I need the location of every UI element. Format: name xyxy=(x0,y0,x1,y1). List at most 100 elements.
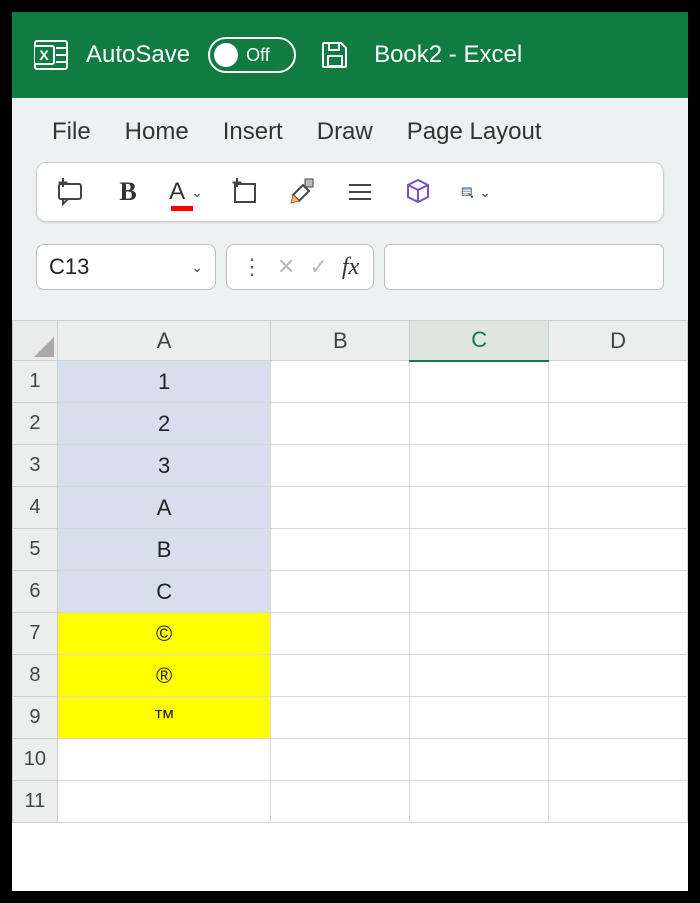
tab-file[interactable]: File xyxy=(52,118,91,146)
excel-window: X AutoSave Off Book2 - Excel File Home I… xyxy=(10,10,690,893)
bold-button[interactable]: B xyxy=(113,177,143,207)
cell-C11[interactable] xyxy=(410,781,549,823)
cell-C6[interactable] xyxy=(410,571,549,613)
cell-C9[interactable] xyxy=(410,697,549,739)
cell-A9[interactable]: ™ xyxy=(57,697,271,739)
font-color-swatch-icon xyxy=(171,206,193,211)
spreadsheet-grid[interactable]: ABCD1122334A5B6C7©8®9™1011 xyxy=(12,320,688,891)
cancel-icon[interactable]: ✕ xyxy=(277,254,295,280)
3d-model-icon[interactable] xyxy=(403,177,433,207)
cell-B7[interactable] xyxy=(271,613,410,655)
row-header-2[interactable]: 2 xyxy=(13,403,58,445)
row-header-5[interactable]: 5 xyxy=(13,529,58,571)
quick-toolbar: B A ⌄ ⌄ xyxy=(36,162,664,222)
row-header-1[interactable]: 1 xyxy=(13,361,58,403)
tab-insert[interactable]: Insert xyxy=(223,118,283,146)
cell-C2[interactable] xyxy=(410,403,549,445)
cell-A5[interactable]: B xyxy=(57,529,271,571)
align-icon[interactable] xyxy=(345,177,375,207)
row-header-4[interactable]: 4 xyxy=(13,487,58,529)
cell-A3[interactable]: 3 xyxy=(57,445,271,487)
cell-B3[interactable] xyxy=(271,445,410,487)
format-painter-icon[interactable] xyxy=(287,177,317,207)
cell-D6[interactable] xyxy=(549,571,688,613)
cell-A10[interactable] xyxy=(57,739,271,781)
column-header-D[interactable]: D xyxy=(549,321,688,361)
cell-C3[interactable] xyxy=(410,445,549,487)
tab-page-layout[interactable]: Page Layout xyxy=(407,118,542,146)
cell-B10[interactable] xyxy=(271,739,410,781)
autosave-state: Off xyxy=(246,45,270,66)
new-comment-icon[interactable] xyxy=(55,177,85,207)
cell-C7[interactable] xyxy=(410,613,549,655)
cell-B8[interactable] xyxy=(271,655,410,697)
new-sheet-icon[interactable] xyxy=(229,177,259,207)
cell-D11[interactable] xyxy=(549,781,688,823)
cell-D1[interactable] xyxy=(549,361,688,403)
row-header-3[interactable]: 3 xyxy=(13,445,58,487)
row-header-6[interactable]: 6 xyxy=(13,571,58,613)
chevron-down-icon[interactable]: ⌄ xyxy=(479,184,491,201)
cell-C4[interactable] xyxy=(410,487,549,529)
cell-D5[interactable] xyxy=(549,529,688,571)
excel-logo-icon: X xyxy=(34,38,68,72)
formula-bar-row: C13 ⌄ ⋮ ✕ ✓ fx xyxy=(12,236,688,320)
ribbon: File Home Insert Draw Page Layout B A ⌄ xyxy=(12,98,688,320)
cell-A6[interactable]: C xyxy=(57,571,271,613)
title-bar: X AutoSave Off Book2 - Excel xyxy=(12,12,688,98)
cell-D2[interactable] xyxy=(549,403,688,445)
cell-A11[interactable] xyxy=(57,781,271,823)
cell-B4[interactable] xyxy=(271,487,410,529)
document-title: Book2 - Excel xyxy=(374,41,522,69)
cell-B5[interactable] xyxy=(271,529,410,571)
cell-D10[interactable] xyxy=(549,739,688,781)
row-header-10[interactable]: 10 xyxy=(13,739,58,781)
cell-A8[interactable]: ® xyxy=(57,655,271,697)
font-color-letter: A xyxy=(169,178,185,206)
autosave-toggle[interactable]: Off xyxy=(208,37,296,73)
toggle-knob-icon xyxy=(214,43,238,67)
save-icon[interactable] xyxy=(320,40,350,70)
cell-A7[interactable]: © xyxy=(57,613,271,655)
svg-text:X: X xyxy=(39,47,49,63)
cell-D9[interactable] xyxy=(549,697,688,739)
cell-A1[interactable]: 1 xyxy=(57,361,271,403)
table-format-icon[interactable]: ⌄ xyxy=(461,177,491,207)
cell-B9[interactable] xyxy=(271,697,410,739)
cell-C8[interactable] xyxy=(410,655,549,697)
cell-B2[interactable] xyxy=(271,403,410,445)
formula-input[interactable] xyxy=(384,244,664,290)
cell-C1[interactable] xyxy=(410,361,549,403)
cell-C5[interactable] xyxy=(410,529,549,571)
cell-D3[interactable] xyxy=(549,445,688,487)
more-icon[interactable]: ⋮ xyxy=(241,254,263,280)
font-color-button[interactable]: A ⌄ xyxy=(171,177,201,207)
column-header-A[interactable]: A xyxy=(57,321,271,361)
cell-B6[interactable] xyxy=(271,571,410,613)
ribbon-tabs: File Home Insert Draw Page Layout xyxy=(12,98,688,154)
chevron-down-icon[interactable]: ⌄ xyxy=(191,184,203,201)
tab-home[interactable]: Home xyxy=(125,118,189,146)
cell-D4[interactable] xyxy=(549,487,688,529)
cell-D8[interactable] xyxy=(549,655,688,697)
name-box[interactable]: C13 ⌄ xyxy=(36,244,216,290)
row-header-7[interactable]: 7 xyxy=(13,613,58,655)
cell-D7[interactable] xyxy=(549,613,688,655)
column-header-C[interactable]: C xyxy=(410,321,549,361)
cell-A2[interactable]: 2 xyxy=(57,403,271,445)
cell-B1[interactable] xyxy=(271,361,410,403)
column-header-B[interactable]: B xyxy=(271,321,410,361)
tab-draw[interactable]: Draw xyxy=(317,118,373,146)
row-header-9[interactable]: 9 xyxy=(13,697,58,739)
name-box-value: C13 xyxy=(49,254,89,280)
cell-A4[interactable]: A xyxy=(57,487,271,529)
chevron-down-icon[interactable]: ⌄ xyxy=(191,259,203,276)
enter-icon[interactable]: ✓ xyxy=(309,254,327,280)
fx-icon[interactable]: fx xyxy=(342,254,359,281)
formula-controls: ⋮ ✕ ✓ fx xyxy=(226,244,374,290)
cell-C10[interactable] xyxy=(410,739,549,781)
select-all-corner[interactable] xyxy=(13,321,58,361)
row-header-8[interactable]: 8 xyxy=(13,655,58,697)
cell-B11[interactable] xyxy=(271,781,410,823)
row-header-11[interactable]: 11 xyxy=(13,781,58,823)
